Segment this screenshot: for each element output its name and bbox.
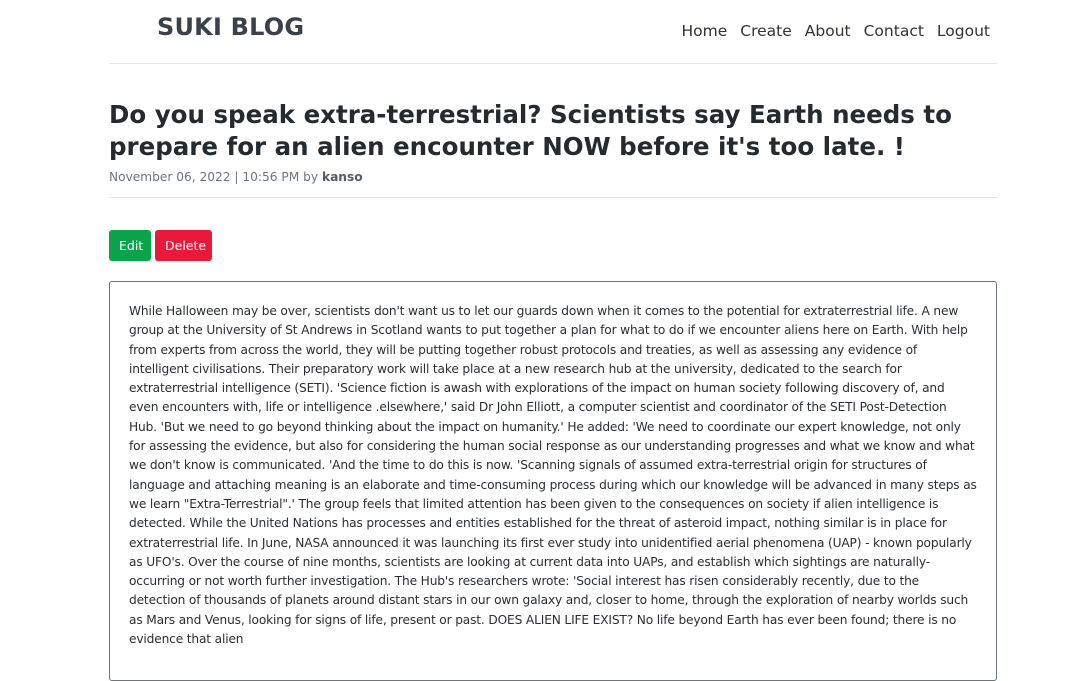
post-header: Do you speak extra-terrestrial? Scientis… — [109, 64, 997, 198]
post-meta: November 06, 2022 | 10:56 PM by kanso — [109, 170, 997, 184]
nav-contact[interactable]: Contact — [864, 22, 924, 40]
brand-logo[interactable]: SUKI BLOG — [157, 13, 304, 41]
nav-create[interactable]: Create — [740, 22, 792, 40]
main-nav: Home Create About Contact Logout — [668, 22, 990, 40]
nav-about[interactable]: About — [805, 22, 851, 40]
post-date: November 06, 2022 | 10:56 PM — [109, 170, 300, 184]
post-author: kanso — [321, 170, 363, 184]
nav-home[interactable]: Home — [681, 22, 727, 40]
post-by-label: by — [303, 170, 319, 184]
edit-button[interactable]: Edit — [109, 230, 151, 261]
nav-logout[interactable]: Logout — [937, 22, 990, 40]
site-header: SUKI BLOG Home Create About Contact Logo… — [109, 0, 997, 64]
post-title: Do you speak extra-terrestrial? Scientis… — [109, 100, 952, 161]
post-body-box: While Halloween may be over, scientists … — [109, 281, 997, 681]
post-body: While Halloween may be over, scientists … — [129, 304, 977, 647]
delete-button[interactable]: Delete — [155, 230, 212, 261]
page-container: SUKI BLOG Home Create About Contact Logo… — [109, 0, 997, 681]
post-actions: Edit Delete — [109, 230, 997, 261]
